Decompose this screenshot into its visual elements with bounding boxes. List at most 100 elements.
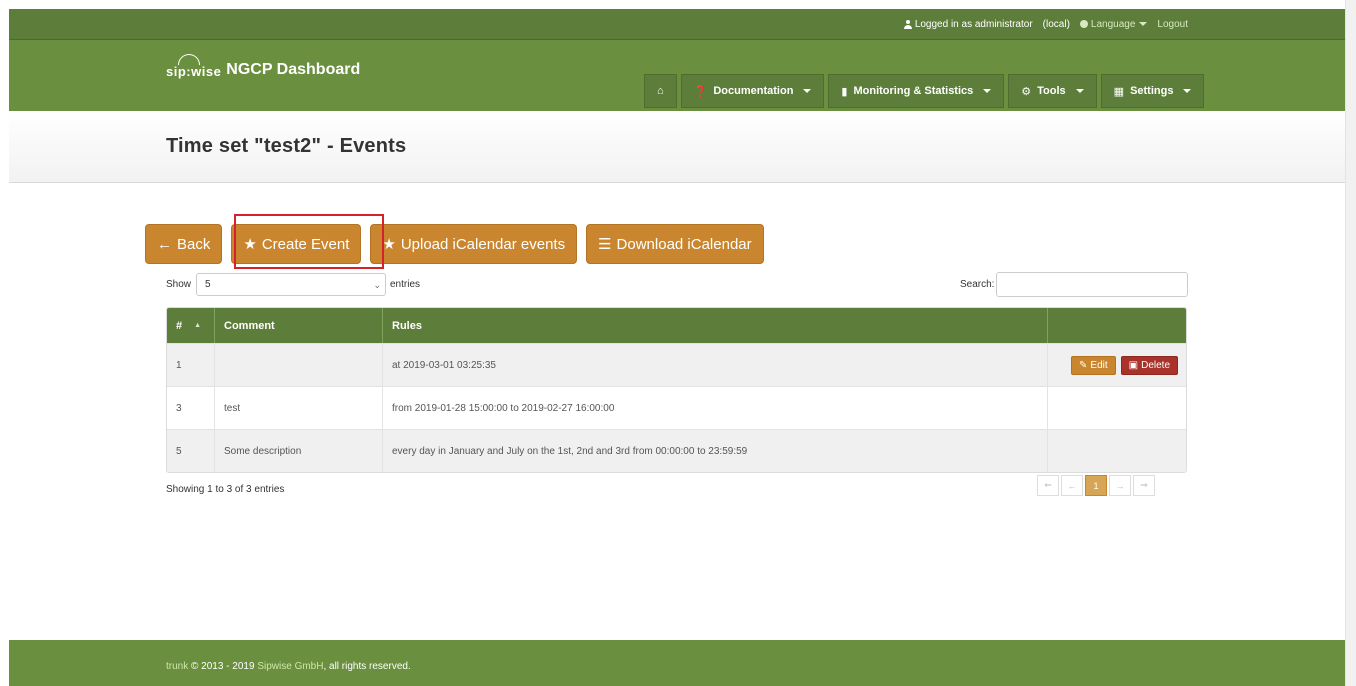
top-bar: Logged in as administrator (local) Langu… <box>9 9 1345 40</box>
chevron-down-icon <box>983 89 992 93</box>
highlight-box <box>234 214 384 269</box>
delete-button-label: Delete <box>1141 359 1170 371</box>
logout-link[interactable]: Logout <box>1157 19 1188 30</box>
column-header-comment-label: Comment <box>224 319 275 332</box>
upload-icalendar-label: Upload iCalendar events <box>400 235 566 253</box>
nav-tools-label: Tools <box>1037 85 1066 97</box>
cell-actions <box>1048 430 1186 472</box>
language-dropdown[interactable]: Language <box>1079 19 1148 30</box>
nav-monitoring[interactable]: ▮ Monitoring & Statistics <box>828 74 1005 108</box>
chevron-down-icon <box>1139 22 1148 27</box>
edit-button-label: Edit <box>1090 359 1108 371</box>
sort-up-icon: ▲ <box>194 322 202 329</box>
logo-mark: sip:wise <box>166 54 222 79</box>
cell-comment: test <box>215 387 383 429</box>
edit-icon: ✎ <box>1079 359 1088 371</box>
download-icalendar-label: Download iCalendar <box>616 235 752 253</box>
nav-documentation[interactable]: ❓ Documentation <box>680 74 825 108</box>
footer-text: trunk © 2013 - 2019 Sipwise GmbH, all ri… <box>166 661 411 672</box>
entries-label: entries <box>390 279 421 290</box>
chevron-down-icon <box>1183 89 1192 93</box>
download-icalendar-button[interactable]: ☰ Download iCalendar <box>586 224 764 264</box>
show-label: Show <box>166 279 192 290</box>
nav-settings-label: Settings <box>1130 85 1174 97</box>
column-header-comment[interactable]: Comment <box>215 308 383 343</box>
table-row[interactable]: 1 at 2019-03-01 03:25:35 ✎ Edit ▣ Delete <box>167 343 1186 386</box>
last-page-button[interactable]: ⇒ <box>1133 475 1155 496</box>
main-nav: ⌂ ❓ Documentation ▮ Monitoring & Statistic… <box>644 74 1205 108</box>
delete-button[interactable]: ▣ Delete <box>1120 355 1178 375</box>
star-icon: ★ <box>382 236 396 253</box>
vertical-scrollbar[interactable] <box>1345 0 1356 686</box>
page-1-button[interactable]: 1 <box>1085 475 1107 496</box>
logo-mark-text: sip:wise <box>166 64 222 79</box>
cloud-icon <box>178 54 200 65</box>
footer-rights: , all rights reserved. <box>323 661 411 672</box>
logo-title: NGCP Dashboard <box>226 61 361 78</box>
cell-id: 1 <box>167 344 215 386</box>
chevron-down-icon: ⌄ <box>373 280 381 290</box>
trunk-link[interactable]: trunk <box>166 661 188 672</box>
cell-id: 5 <box>167 430 215 472</box>
nav-documentation-label: Documentation <box>713 85 794 97</box>
column-header-id-label: # <box>176 319 183 332</box>
sipwise-logo[interactable]: sip:wise NGCP Dashboard <box>166 54 361 79</box>
user-menu: Logged in as administrator (local) Langu… <box>903 9 1188 40</box>
cell-actions <box>1048 387 1186 429</box>
search-label: Search: <box>960 279 995 290</box>
cell-actions: ✎ Edit ▣ Delete <box>1048 344 1186 386</box>
cell-rules: at 2019-03-01 03:25:35 <box>383 344 1048 386</box>
title-band: Time set "test2" - Events <box>9 111 1345 183</box>
trash-icon: ▣ <box>1128 359 1139 371</box>
page-length-select[interactable]: 5 ⌄ <box>196 273 386 296</box>
gear-icon: ⚙ <box>1021 85 1032 98</box>
cell-id: 3 <box>167 387 215 429</box>
user-icon <box>903 19 912 29</box>
signal-icon: ▮ <box>841 85 848 98</box>
table-info: Showing 1 to 3 of 3 entries <box>166 484 285 495</box>
previous-page-button[interactable]: ← <box>1061 475 1083 496</box>
column-header-id[interactable]: # ▲ <box>167 308 215 343</box>
sipwise-link[interactable]: Sipwise GmbH <box>257 661 323 672</box>
language-label: Language <box>1090 19 1136 30</box>
cell-comment <box>215 344 383 386</box>
first-page-button[interactable]: ⇐ <box>1037 475 1059 496</box>
back-button[interactable]: ← Back <box>145 224 223 264</box>
logged-in-text: Logged in as administrator <box>914 19 1033 30</box>
nav-settings[interactable]: ▦ Settings <box>1100 74 1205 108</box>
search-input[interactable] <box>996 272 1188 297</box>
column-header-actions <box>1048 308 1186 343</box>
edit-button[interactable]: ✎ Edit <box>1071 355 1116 375</box>
cell-rules: every day in January and July on the 1st… <box>383 430 1048 472</box>
question-icon: ❓ <box>693 85 708 98</box>
page-length-value: 5 <box>205 279 211 290</box>
next-page-button[interactable]: → <box>1109 475 1131 496</box>
grid-icon: ▦ <box>1113 85 1125 98</box>
nav-tools[interactable]: ⚙ Tools <box>1008 74 1097 108</box>
table-header: # ▲ Comment Rules <box>167 308 1186 343</box>
globe-icon <box>1079 20 1088 29</box>
header: sip:wise NGCP Dashboard ⌂ ❓ Documentation… <box>9 40 1345 111</box>
realm-label: (local) <box>1042 19 1070 30</box>
back-button-label: Back <box>177 235 211 253</box>
chevron-down-icon <box>1075 89 1084 93</box>
chevron-down-icon <box>803 89 812 93</box>
cell-rules: from 2019-01-28 15:00:00 to 2019-02-27 1… <box>383 387 1048 429</box>
column-header-rules[interactable]: Rules <box>383 308 1048 343</box>
footer: trunk © 2013 - 2019 Sipwise GmbH, all ri… <box>9 640 1345 686</box>
footer-copyright: © 2013 - 2019 <box>188 661 258 672</box>
cell-comment: Some description <box>215 430 383 472</box>
page: Logged in as administrator (local) Langu… <box>0 0 1345 686</box>
page-title: Time set "test2" - Events <box>166 135 407 157</box>
column-header-rules-label: Rules <box>392 319 422 332</box>
upload-icalendar-button[interactable]: ★ Upload iCalendar events <box>370 224 578 264</box>
arrow-left-icon: ← <box>157 235 172 253</box>
home-icon: ⌂ <box>657 85 664 97</box>
nav-home[interactable]: ⌂ <box>644 74 677 108</box>
table-row[interactable]: 5 Some description every day in January … <box>167 429 1186 472</box>
logged-in-status: Logged in as administrator <box>903 19 1033 30</box>
events-table: # ▲ Comment Rules 1 at 2019-03-01 03:25:3… <box>166 307 1187 473</box>
table-row[interactable]: 3 test from 2019-01-28 15:00:00 to 2019-… <box>167 386 1186 429</box>
pagination: ⇐ ← 1 → ⇒ <box>1037 475 1155 496</box>
nav-monitoring-label: Monitoring & Statistics <box>853 85 974 97</box>
